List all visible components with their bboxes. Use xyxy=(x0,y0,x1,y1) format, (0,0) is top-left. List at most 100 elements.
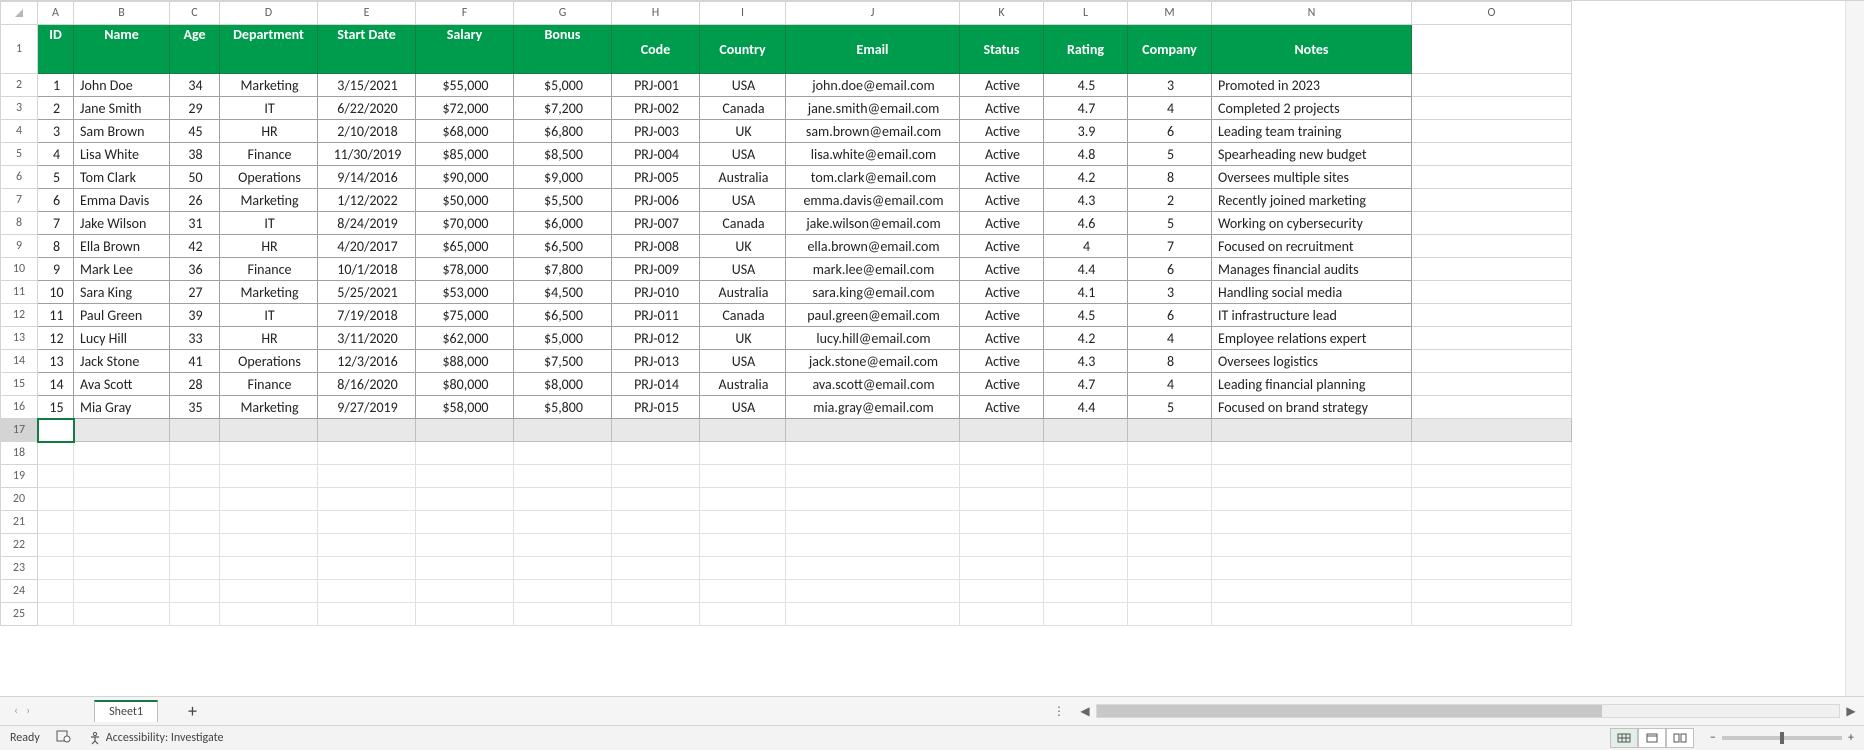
cell[interactable]: 3/15/2021 xyxy=(318,74,416,97)
cell[interactable]: $5,000 xyxy=(514,74,612,97)
active-cell[interactable] xyxy=(38,419,74,442)
cell[interactable] xyxy=(514,580,612,603)
cell[interactable] xyxy=(38,511,74,534)
cell[interactable]: Mark Lee xyxy=(74,258,170,281)
sheet-options-icon[interactable]: ⋮ xyxy=(1047,704,1072,719)
cell[interactable]: 8/16/2020 xyxy=(318,373,416,396)
cell[interactable]: $7,500 xyxy=(514,350,612,373)
cell[interactable] xyxy=(1412,442,1572,465)
cell[interactable] xyxy=(700,465,786,488)
row-header-6[interactable]: 6 xyxy=(1,166,38,189)
row-header-17[interactable]: 17 xyxy=(1,419,38,442)
cell[interactable]: Active xyxy=(960,373,1044,396)
cell[interactable]: 6 xyxy=(38,189,74,212)
add-sheet-button[interactable]: + xyxy=(188,700,197,722)
cell[interactable] xyxy=(700,603,786,626)
cell[interactable]: $55,000 xyxy=(416,74,514,97)
cell[interactable] xyxy=(514,465,612,488)
cell[interactable]: 14 xyxy=(38,373,74,396)
row-header-16[interactable]: 16 xyxy=(1,396,38,419)
cell[interactable]: 4.4 xyxy=(1044,396,1128,419)
cell[interactable] xyxy=(1412,97,1572,120)
table-header-bonus[interactable]: Bonus xyxy=(514,25,612,74)
zoom-in-button[interactable]: + xyxy=(1848,731,1854,745)
cell[interactable] xyxy=(416,442,514,465)
cell[interactable]: PRJ-009 xyxy=(612,258,700,281)
cell[interactable]: 6 xyxy=(1128,258,1212,281)
cell[interactable] xyxy=(612,511,700,534)
row-header-1[interactable]: 1 xyxy=(1,25,38,74)
cell[interactable] xyxy=(514,534,612,557)
cell[interactable]: Active xyxy=(960,235,1044,258)
cell[interactable] xyxy=(700,488,786,511)
table-header-salary[interactable]: Salary xyxy=(416,25,514,74)
cell[interactable]: Sara King xyxy=(74,281,170,304)
zoom-control[interactable]: − + xyxy=(1710,731,1854,745)
cell[interactable]: Jake Wilson xyxy=(74,212,170,235)
cell[interactable] xyxy=(786,534,960,557)
cell[interactable]: 13 xyxy=(38,350,74,373)
cell[interactable]: mia.gray@email.com xyxy=(786,396,960,419)
cell[interactable]: 4 xyxy=(1128,327,1212,350)
cell[interactable]: 12 xyxy=(38,327,74,350)
cell[interactable] xyxy=(514,557,612,580)
cell[interactable]: $7,200 xyxy=(514,97,612,120)
cell[interactable]: 38 xyxy=(170,143,220,166)
cell[interactable]: 35 xyxy=(170,396,220,419)
cell[interactable] xyxy=(1212,511,1412,534)
row-header-23[interactable]: 23 xyxy=(1,557,38,580)
cell[interactable] xyxy=(1212,534,1412,557)
cell[interactable]: Sam Brown xyxy=(74,120,170,143)
cell[interactable]: john.doe@email.com xyxy=(786,74,960,97)
cell[interactable]: Operations xyxy=(220,350,318,373)
cell[interactable] xyxy=(1412,580,1572,603)
cell[interactable]: UK xyxy=(700,120,786,143)
cell[interactable] xyxy=(514,603,612,626)
column-header-B[interactable]: B xyxy=(74,2,170,25)
cell[interactable]: $8,500 xyxy=(514,143,612,166)
cell[interactable] xyxy=(318,465,416,488)
cell[interactable] xyxy=(318,557,416,580)
cell[interactable] xyxy=(1412,557,1572,580)
cell[interactable] xyxy=(786,603,960,626)
cell[interactable]: Tom Clark xyxy=(74,166,170,189)
cell[interactable]: PRJ-012 xyxy=(612,327,700,350)
cell[interactable]: Leading team training xyxy=(1212,120,1412,143)
cell[interactable]: Spearheading new budget xyxy=(1212,143,1412,166)
cell[interactable]: Oversees multiple sites xyxy=(1212,166,1412,189)
cell[interactable]: USA xyxy=(700,396,786,419)
cell[interactable]: $5,800 xyxy=(514,396,612,419)
cell[interactable]: 10 xyxy=(38,281,74,304)
cell[interactable] xyxy=(1128,603,1212,626)
cell[interactable]: PRJ-015 xyxy=(612,396,700,419)
cell[interactable]: 4.5 xyxy=(1044,74,1128,97)
cell[interactable]: Manages financial audits xyxy=(1212,258,1412,281)
cell[interactable]: Active xyxy=(960,74,1044,97)
cell[interactable] xyxy=(960,534,1044,557)
cell[interactable] xyxy=(416,488,514,511)
cell[interactable]: ava.scott@email.com xyxy=(786,373,960,396)
row-header-11[interactable]: 11 xyxy=(1,281,38,304)
cell[interactable] xyxy=(220,511,318,534)
cell[interactable] xyxy=(960,419,1044,442)
cell[interactable]: 4.3 xyxy=(1044,350,1128,373)
cell[interactable] xyxy=(1128,465,1212,488)
cell[interactable]: PRJ-011 xyxy=(612,304,700,327)
view-normal-button[interactable] xyxy=(1610,728,1638,748)
cell[interactable]: Paul Green xyxy=(74,304,170,327)
cell[interactable] xyxy=(170,534,220,557)
cell[interactable]: 4 xyxy=(1044,235,1128,258)
cell[interactable] xyxy=(960,442,1044,465)
cell[interactable]: 3/11/2020 xyxy=(318,327,416,350)
cell[interactable] xyxy=(960,465,1044,488)
column-header-K[interactable]: K xyxy=(960,2,1044,25)
cell[interactable]: 28 xyxy=(170,373,220,396)
cell[interactable]: 41 xyxy=(170,350,220,373)
macro-record-icon[interactable] xyxy=(56,729,72,747)
cell[interactable] xyxy=(1044,557,1128,580)
row-header-19[interactable]: 19 xyxy=(1,465,38,488)
cell[interactable]: Canada xyxy=(700,304,786,327)
row-header-22[interactable]: 22 xyxy=(1,534,38,557)
table-header-code[interactable]: Code xyxy=(612,25,700,74)
row-header-13[interactable]: 13 xyxy=(1,327,38,350)
